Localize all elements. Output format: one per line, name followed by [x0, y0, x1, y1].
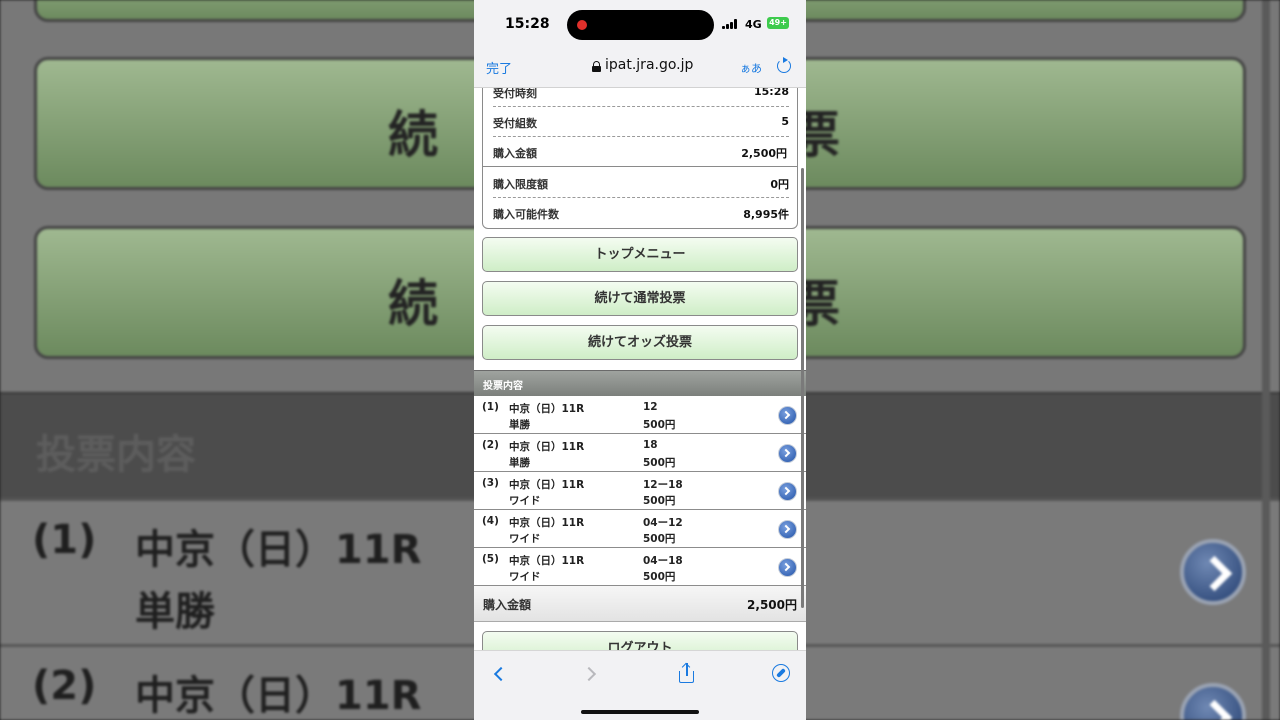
text-size-button[interactable]: ぁあ [740, 60, 762, 76]
summary-label: 購入限度額 [493, 178, 548, 191]
network-type: 4G [745, 18, 762, 31]
bet-number: (2) [482, 439, 499, 451]
bet-total-bar: 購入金額 2,500円 [474, 586, 806, 622]
back-icon[interactable] [488, 663, 510, 685]
bg-bet-race: 中京（日）11R [135, 527, 422, 573]
bet-section-header: 投票内容 [474, 370, 806, 396]
dynamic-island [567, 10, 714, 40]
summary-value: 0円 [770, 178, 789, 191]
bet-row: (3) 中京（日）11R ワイド 12ー18 500円 [474, 472, 806, 510]
bet-race: 中京（日）11R [509, 479, 585, 491]
bet-detail-arrow-icon[interactable] [778, 558, 797, 577]
bet-type: ワイド [509, 571, 541, 583]
page-content: 受付時刻 15:28 受付組数 5 購入金額 2,500円 購入限度額 0円 購… [474, 88, 806, 650]
top-menu-button[interactable]: トップメニュー [482, 237, 798, 272]
lock-icon [592, 61, 601, 72]
summary-row: 受付組数 5 [493, 107, 789, 137]
continue-normal-vote-button[interactable]: 続けて通常投票 [482, 281, 798, 316]
bg-scrollbar [1262, 0, 1270, 720]
bet-type: ワイド [509, 495, 541, 507]
bet-amount: 500円 [643, 495, 676, 507]
summary-label: 受付組数 [493, 117, 537, 130]
scrollbar[interactable] [801, 168, 804, 608]
continue-odds-vote-button[interactable]: 続けてオッズ投票 [482, 325, 798, 360]
summary-row: 購入限度額 0円 [493, 168, 789, 198]
recording-icon [577, 20, 587, 30]
bet-amount: 500円 [643, 571, 676, 583]
bg-button-text: 続 [388, 275, 438, 333]
bet-number: (1) [482, 401, 499, 413]
bg-arrow-icon [1180, 683, 1246, 720]
total-value: 2,500円 [747, 598, 797, 612]
summary-row: 受付時刻 15:28 [493, 88, 789, 107]
status-bar: 15:28 4G 49+ [474, 0, 806, 48]
bg-section-title: 投票内容 [36, 432, 196, 478]
summary-row: 購入金額 2,500円 [483, 137, 797, 167]
bet-combination: 04ー18 [643, 555, 683, 567]
summary-row: 購入可能件数 8,995件 [493, 198, 789, 228]
bet-combination: 04ー12 [643, 517, 683, 529]
bet-combination: 12 [643, 401, 658, 413]
bg-bet-num: (2) [32, 663, 97, 709]
url-bar: 完了 ipat.jra.go.jp ぁあ [474, 48, 806, 88]
summary-value: 15:28 [753, 88, 789, 98]
bet-type: 単勝 [509, 419, 530, 431]
bet-row: (1) 中京（日）11R 単勝 12 500円 [474, 396, 806, 434]
bet-number: (5) [482, 553, 499, 565]
bg-bet-num: (1) [32, 517, 97, 563]
reload-icon[interactable] [777, 57, 791, 73]
summary-label: 受付時刻 [493, 88, 537, 100]
phone-screen: 15:28 4G 49+ 完了 ipat.jra.go.jp ぁあ 受付時刻 1… [474, 0, 806, 720]
status-time: 15:28 [505, 16, 550, 32]
forward-icon[interactable] [582, 663, 604, 685]
bet-row: (5) 中京（日）11R ワイド 04ー18 500円 [474, 548, 806, 586]
home-indicator[interactable] [581, 710, 699, 714]
bet-detail-arrow-icon[interactable] [778, 520, 797, 539]
purchase-summary: 受付時刻 15:28 受付組数 5 購入金額 2,500円 購入限度額 0円 購… [482, 88, 798, 229]
bg-button-text: 続 [388, 106, 438, 164]
bet-type: 単勝 [509, 457, 530, 469]
compass-icon[interactable] [771, 663, 793, 685]
bet-race: 中京（日）11R [509, 403, 585, 415]
bet-combination: 18 [643, 439, 658, 451]
bet-row: (2) 中京（日）11R 単勝 18 500円 [474, 434, 806, 472]
bg-arrow-icon [1180, 539, 1246, 605]
bg-bet-race: 中京（日）11R [135, 673, 422, 719]
bet-number: (3) [482, 477, 499, 489]
bet-race: 中京（日）11R [509, 555, 585, 567]
bet-detail-arrow-icon[interactable] [778, 444, 797, 463]
bet-section-title: 投票内容 [483, 381, 523, 392]
logout-button[interactable]: ログアウト [482, 631, 798, 650]
url-domain[interactable]: ipat.jra.go.jp [605, 57, 693, 73]
bet-amount: 500円 [643, 419, 676, 431]
summary-value: 5 [781, 115, 789, 128]
bet-amount: 500円 [643, 533, 676, 545]
battery-icon: 49+ [767, 17, 789, 29]
bet-detail-arrow-icon[interactable] [778, 482, 797, 501]
bet-amount: 500円 [643, 457, 676, 469]
summary-label: 購入金額 [493, 147, 537, 160]
browser-toolbar [474, 650, 806, 720]
bet-race: 中京（日）11R [509, 441, 585, 453]
bet-number: (4) [482, 515, 499, 527]
summary-label: 購入可能件数 [493, 208, 559, 221]
bet-row: (4) 中京（日）11R ワイド 04ー12 500円 [474, 510, 806, 548]
bg-bet-type: 単勝 [135, 589, 215, 635]
bet-type: ワイド [509, 533, 541, 545]
bet-race: 中京（日）11R [509, 517, 585, 529]
share-icon[interactable] [676, 662, 698, 685]
summary-value: 8,995件 [743, 208, 789, 221]
total-label: 購入金額 [483, 598, 532, 612]
signal-icon [722, 19, 739, 29]
summary-value: 2,500円 [741, 147, 787, 160]
bet-detail-arrow-icon[interactable] [778, 406, 797, 425]
bet-combination: 12ー18 [643, 479, 683, 491]
done-button[interactable]: 完了 [486, 58, 512, 77]
